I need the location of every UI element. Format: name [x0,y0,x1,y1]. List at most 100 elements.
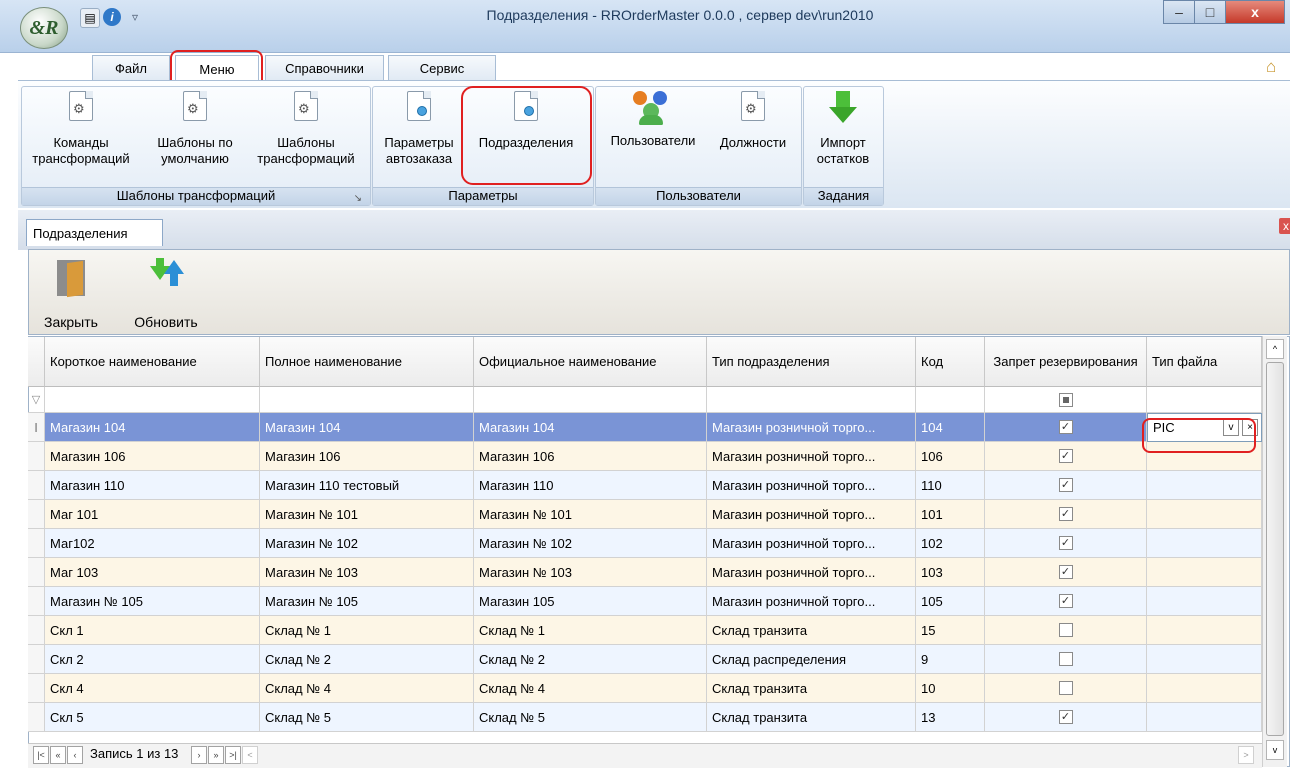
filter-cell[interactable] [707,387,916,413]
cell-no-reserve[interactable]: ✓ [985,587,1147,616]
cell-type[interactable]: Склад транзита [707,703,916,732]
autoorder-params-button[interactable]: Параметры автозаказа [374,91,464,167]
cell-official-name[interactable]: Склад № 2 [474,645,707,674]
dialog-launcher-icon[interactable]: ↘ [354,193,362,204]
cell-short-name[interactable]: Магазин № 105 [45,587,260,616]
cell-official-name[interactable]: Склад № 1 [474,616,707,645]
filter-cell[interactable] [260,387,474,413]
close-window-button[interactable]: x [1225,0,1285,24]
filter-cell[interactable] [45,387,260,413]
cell-short-name[interactable]: Маг102 [45,529,260,558]
cell-code[interactable]: 9 [916,645,985,674]
cell-code[interactable]: 106 [916,442,985,471]
cell-type[interactable]: Склад транзита [707,674,916,703]
cell-full-name[interactable]: Склад № 4 [260,674,474,703]
tab-subdivisions[interactable]: Подразделения [26,219,163,246]
users-button[interactable]: Пользователи [597,91,709,149]
cell-code[interactable]: 10 [916,674,985,703]
no-reserve-checkbox[interactable]: ✓ [1058,565,1073,579]
col-header-official-name[interactable]: Официальное наименование [474,337,707,387]
prev-record-icon[interactable]: ‹ [67,746,83,764]
import-stock-button[interactable]: Импорт остатков [806,91,880,167]
clear-icon[interactable]: × [1242,419,1258,436]
no-reserve-checkbox[interactable] [1058,681,1073,695]
cell-type[interactable]: Склад транзита [707,616,916,645]
info-icon[interactable]: i [103,8,121,26]
no-reserve-checkbox[interactable] [1058,623,1073,637]
no-reserve-checkbox[interactable]: ✓ [1058,420,1073,434]
cell-official-name[interactable]: Магазин № 101 [474,500,707,529]
cell-type[interactable]: Магазин розничной торго... [707,529,916,558]
cell-full-name[interactable]: Магазин № 103 [260,558,474,587]
tab-references[interactable]: Справочники [265,55,384,80]
scroll-up-icon[interactable]: ^ [1266,339,1284,359]
cell-full-name[interactable]: Склад № 5 [260,703,474,732]
col-header-full-name[interactable]: Полное наименование [260,337,474,387]
cell-short-name[interactable]: Скл 5 [45,703,260,732]
tab-file[interactable]: Файл [92,55,170,80]
cell-code[interactable]: 102 [916,529,985,558]
home-icon[interactable]: ⌂ [1266,57,1276,77]
cell-file-type[interactable] [1147,558,1262,587]
subdivisions-button[interactable]: Подразделения [464,91,588,151]
cell-type[interactable]: Магазин розничной торго... [707,558,916,587]
positions-button[interactable]: ⚙ Должности [710,91,796,151]
no-reserve-checkbox[interactable]: ✓ [1058,507,1073,521]
no-reserve-checkbox[interactable]: ✓ [1058,449,1073,463]
cell-no-reserve[interactable]: ✓ [985,703,1147,732]
cell-short-name[interactable]: Маг 101 [45,500,260,529]
cell-file-type[interactable] [1147,703,1262,732]
no-reserve-checkbox[interactable] [1058,652,1073,666]
cell-short-name[interactable]: Магазин 106 [45,442,260,471]
cell-full-name[interactable]: Магазин 104 [260,413,474,442]
filter-cell[interactable] [985,387,1147,413]
filter-cell[interactable] [1147,387,1262,413]
cell-type[interactable]: Магазин розничной торго... [707,413,916,442]
cell-file-type[interactable] [1147,587,1262,616]
cell-file-type[interactable] [1147,529,1262,558]
next-page-icon[interactable]: » [208,746,224,764]
close-button[interactable]: Закрыть [44,258,98,330]
cell-short-name[interactable]: Скл 2 [45,645,260,674]
scroll-right-icon[interactable]: > [1238,746,1254,764]
close-tab-button[interactable]: x [1279,218,1290,234]
scroll-left-icon[interactable]: < [242,746,258,764]
refresh-button[interactable]: Обновить [128,258,204,330]
prev-page-icon[interactable]: « [50,746,66,764]
cell-file-type[interactable] [1147,616,1262,645]
row-indicator[interactable] [28,616,45,645]
cell-type[interactable]: Склад распределения [707,645,916,674]
last-page-icon[interactable]: >| [225,746,241,764]
row-indicator[interactable] [28,703,45,732]
cell-full-name[interactable]: Магазин № 102 [260,529,474,558]
no-reserve-checkbox[interactable]: ✓ [1058,710,1073,724]
cell-type[interactable]: Магазин розничной торго... [707,442,916,471]
cell-code[interactable]: 110 [916,471,985,500]
cell-official-name[interactable]: Магазин 110 [474,471,707,500]
cell-official-name[interactable]: Магазин 104 [474,413,707,442]
cell-official-name[interactable]: Магазин 105 [474,587,707,616]
cell-code[interactable]: 104 [916,413,985,442]
cell-full-name[interactable]: Склад № 1 [260,616,474,645]
cell-code[interactable]: 105 [916,587,985,616]
cell-file-type[interactable] [1147,674,1262,703]
cell-no-reserve[interactable]: ✓ [985,413,1147,442]
cell-no-reserve[interactable]: ✓ [985,558,1147,587]
cell-file-type[interactable] [1147,500,1262,529]
cell-no-reserve[interactable]: ✓ [985,471,1147,500]
customize-toolbar-icon[interactable]: ▿ [126,8,144,26]
cell-file-type[interactable] [1147,645,1262,674]
first-page-icon[interactable]: |< [33,746,49,764]
cell-no-reserve[interactable] [985,616,1147,645]
no-reserve-checkbox[interactable]: ✓ [1058,536,1073,550]
cell-official-name[interactable]: Магазин 106 [474,442,707,471]
cell-type[interactable]: Магазин розничной торго... [707,500,916,529]
cell-full-name[interactable]: Склад № 2 [260,645,474,674]
maximize-button[interactable]: □ [1194,0,1226,24]
filter-row-icon[interactable]: ▽ [28,387,45,413]
app-logo[interactable]: &R [20,7,68,49]
cell-no-reserve[interactable] [985,645,1147,674]
cell-short-name[interactable]: Скл 1 [45,616,260,645]
cell-code[interactable]: 101 [916,500,985,529]
col-header-no-reserve[interactable]: Запрет резервирования [985,337,1147,387]
